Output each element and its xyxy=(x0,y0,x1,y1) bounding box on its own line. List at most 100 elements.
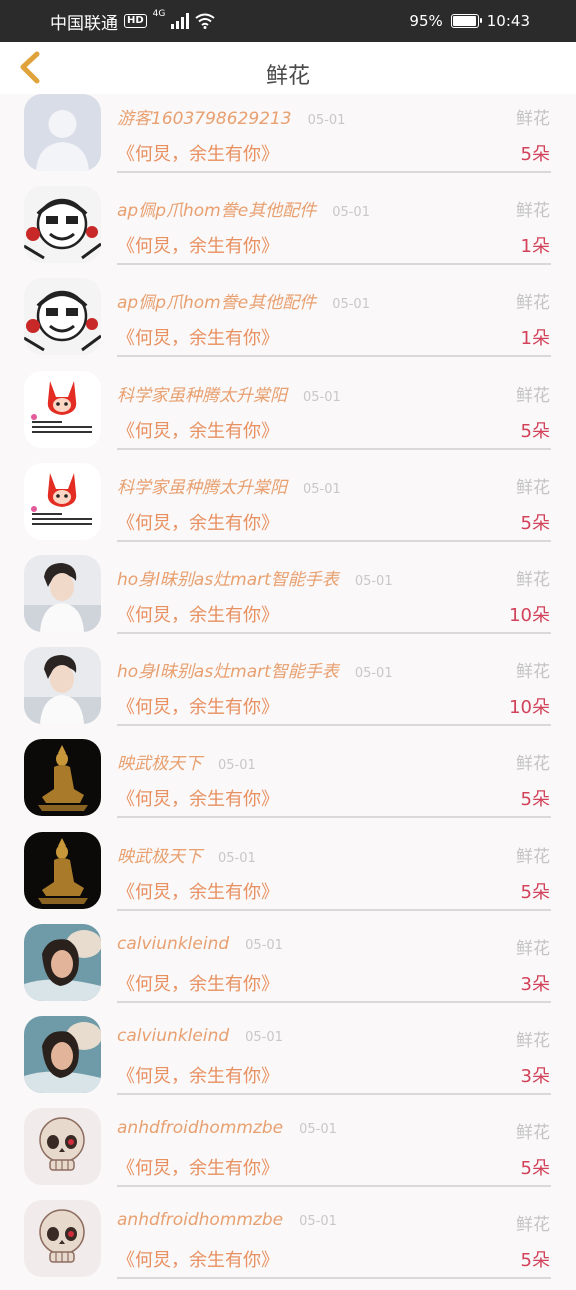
user-name: 映武极天下 05-01 xyxy=(117,842,256,867)
user-name-text: 映武极天下 xyxy=(117,846,202,867)
user-name: 映武极天下 05-01 xyxy=(117,749,256,774)
network-label: 4G xyxy=(152,9,166,19)
manga-avatar[interactable] xyxy=(24,186,101,264)
list-item[interactable]: ho身l昧别as灶mart智能手表 05-01 鲜花 《何炅，余生有你》 10朵 xyxy=(0,553,576,645)
list-item[interactable]: 游客1603798629213 05-01 鲜花 《何炅，余生有你》 5朵 xyxy=(0,92,576,184)
category-label: 鲜花 xyxy=(516,385,550,406)
divider xyxy=(117,908,551,911)
divider xyxy=(117,724,551,727)
category-label: 鲜花 xyxy=(516,754,550,775)
date-label: 05-01 xyxy=(332,297,370,313)
battery-icon xyxy=(450,14,482,28)
divider xyxy=(117,631,551,634)
category-label: 鲜花 xyxy=(516,201,550,222)
message-text: 《何炅，余生有你》 xyxy=(117,604,279,626)
user-name: 科学家虽种腾太升棠阳 05-01 xyxy=(117,473,341,498)
message-text: 《何炅，余生有你》 xyxy=(117,1158,279,1180)
fox-avatar[interactable] xyxy=(24,370,101,448)
message-text: 《何炅，余生有你》 xyxy=(117,1065,279,1087)
user-name: ho身l昧别as灶mart智能手表 05-01 xyxy=(117,565,393,590)
category-label: 鲜花 xyxy=(516,662,550,683)
flower-count: 5朵 xyxy=(520,1250,550,1272)
user-name-text: ap佩p爪hom誊e其他配件 xyxy=(117,293,317,314)
message-text: 《何炅，余生有你》 xyxy=(117,697,279,719)
woman-avatar[interactable] xyxy=(24,923,101,1001)
user-name-text: 科学家虽种腾太升棠阳 xyxy=(117,385,287,406)
date-label: 05-01 xyxy=(303,481,341,497)
default-avatar[interactable] xyxy=(24,94,101,171)
user-name: 科学家虽种腾太升棠阳 05-01 xyxy=(117,381,341,406)
user-name-text: 映武极天下 xyxy=(117,754,202,775)
date-label: 05-01 xyxy=(299,1214,337,1230)
flower-count: 5朵 xyxy=(520,512,550,534)
message-text: 《何炅，余生有你》 xyxy=(117,789,279,811)
user-name-text: anhdfroidhommzbe xyxy=(117,1210,284,1231)
list-item[interactable]: ap佩p爪hom誊e其他配件 05-01 鲜花 《何炅，余生有你》 1朵 xyxy=(0,276,576,368)
category-label: 鲜花 xyxy=(516,293,550,314)
list-item[interactable]: calviunkleind 05-01 鲜花 《何炅，余生有你》 3朵 xyxy=(0,1014,576,1106)
gift-list[interactable]: 游客1603798629213 05-01 鲜花 《何炅，余生有你》 5朵 ap佩… xyxy=(0,92,576,1290)
list-item[interactable]: anhdfroidhommzbe 05-01 鲜花 《何炅，余生有你》 5朵 xyxy=(0,1198,576,1290)
list-item[interactable]: 映武极天下 05-01 鲜花 《何炅，余生有你》 5朵 xyxy=(0,737,576,829)
category-label: 鲜花 xyxy=(516,938,550,959)
user-name: anhdfroidhommzbe 05-01 xyxy=(117,1210,337,1230)
flower-count: 5朵 xyxy=(520,881,550,903)
list-item[interactable]: ap佩p爪hom誊e其他配件 05-01 鲜花 《何炅，余生有你》 1朵 xyxy=(0,184,576,276)
divider xyxy=(117,1000,551,1003)
divider xyxy=(117,263,551,266)
date-label: 05-01 xyxy=(299,1122,337,1138)
date-label: 05-01 xyxy=(245,1029,283,1045)
flower-count: 3朵 xyxy=(520,1065,550,1087)
flower-count: 5朵 xyxy=(520,789,550,811)
skull-avatar[interactable] xyxy=(24,1200,101,1278)
user-name: calviunkleind 05-01 xyxy=(117,1026,283,1046)
user-name-text: ho身l昧别as灶mart智能手表 xyxy=(117,662,339,683)
list-item[interactable]: anhdfroidhommzbe 05-01 鲜花 《何炅，余生有你》 5朵 xyxy=(0,1106,576,1198)
user-name-text: calviunkleind xyxy=(117,1025,230,1046)
date-label: 05-01 xyxy=(245,937,283,953)
message-text: 《何炅，余生有你》 xyxy=(117,328,279,350)
statue-avatar[interactable] xyxy=(24,739,101,817)
woman-avatar[interactable] xyxy=(24,1015,101,1093)
battery-percent: 95% xyxy=(409,12,443,30)
manga-avatar[interactable] xyxy=(24,278,101,356)
divider xyxy=(117,447,551,450)
status-bar: 中国联通 HD 4G 95% 10:43 xyxy=(0,0,576,42)
list-item[interactable]: 科学家虽种腾太升棠阳 05-01 鲜花 《何炅，余生有你》 5朵 xyxy=(0,461,576,553)
user-name: 游客1603798629213 05-01 xyxy=(117,104,345,129)
battery-level xyxy=(452,16,476,26)
list-item[interactable]: 科学家虽种腾太升棠阳 05-01 鲜花 《何炅，余生有你》 5朵 xyxy=(0,369,576,461)
portrait-avatar[interactable] xyxy=(24,554,101,632)
message-text: 《何炅，余生有你》 xyxy=(117,420,279,442)
date-label: 05-01 xyxy=(307,113,346,128)
category-label: 鲜花 xyxy=(516,109,550,129)
message-text: 《何炅，余生有你》 xyxy=(117,973,279,995)
list-item[interactable]: calviunkleind 05-01 鲜花 《何炅，余生有你》 3朵 xyxy=(0,922,576,1014)
user-name-text: ap佩p爪hom誊e其他配件 xyxy=(117,201,317,222)
user-name-text: ho身l昧别as灶mart智能手表 xyxy=(117,569,339,590)
statue-avatar[interactable] xyxy=(24,831,101,909)
flower-count: 1朵 xyxy=(520,236,550,258)
user-name: calviunkleind 05-01 xyxy=(117,934,283,954)
user-name: ho身l昧别as灶mart智能手表 05-01 xyxy=(117,657,393,682)
category-label: 鲜花 xyxy=(516,477,550,498)
flower-count: 5朵 xyxy=(520,144,550,165)
status-left: 中国联通 HD 4G xyxy=(50,9,215,34)
divider xyxy=(117,539,551,542)
message-text: 《何炅，余生有你》 xyxy=(117,144,279,165)
date-label: 05-01 xyxy=(354,573,393,589)
portrait-avatar[interactable] xyxy=(24,647,101,725)
flower-count: 5朵 xyxy=(520,1158,550,1180)
user-name-text: 游客1603798629213 xyxy=(117,109,292,129)
skull-avatar[interactable] xyxy=(24,1108,101,1186)
list-item[interactable]: ho身l昧别as灶mart智能手表 05-01 鲜花 《何炅，余生有你》 10朵 xyxy=(0,645,576,737)
date-label: 05-01 xyxy=(218,758,256,774)
clock: 10:43 xyxy=(486,12,530,30)
category-label: 鲜花 xyxy=(516,1123,550,1144)
fox-avatar[interactable] xyxy=(24,462,101,540)
status-right: 95% 10:43 xyxy=(409,12,530,30)
category-label: 鲜花 xyxy=(516,569,550,590)
divider xyxy=(117,1277,551,1280)
list-item[interactable]: 映武极天下 05-01 鲜花 《何炅，余生有你》 5朵 xyxy=(0,830,576,922)
date-label: 05-01 xyxy=(303,389,341,405)
